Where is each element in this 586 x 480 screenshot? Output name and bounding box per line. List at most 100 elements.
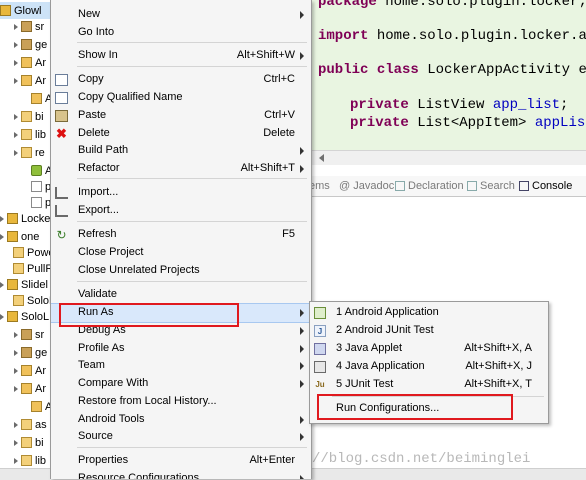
menu-item-paste[interactable]: Paste Ctrl+V <box>51 107 311 125</box>
chevron-right-icon[interactable] <box>0 281 4 288</box>
submenu-arrow-icon <box>300 11 304 19</box>
chevron-right-icon[interactable] <box>0 215 4 222</box>
chevron-right-icon[interactable] <box>14 113 18 120</box>
chevron-right-icon[interactable] <box>0 313 4 320</box>
chevron-right-icon[interactable] <box>0 233 4 240</box>
menu-item-label: Resource Configurations <box>78 472 200 479</box>
menu-item-import[interactable]: Import... <box>51 184 311 202</box>
menu-item-source[interactable]: Source <box>51 428 311 446</box>
chevron-right-icon[interactable] <box>14 59 18 66</box>
tab-search[interactable]: Search <box>467 180 515 192</box>
tree-item-label: bi <box>35 110 44 123</box>
submenu-item-junit-test[interactable]: Ju 5 JUnit Test Alt+Shift+X, T <box>310 376 548 394</box>
menu-item-validate[interactable]: Validate <box>51 286 311 304</box>
chevron-right-icon[interactable] <box>14 385 18 392</box>
chevron-right-icon[interactable] <box>14 131 18 138</box>
junit-icon: J <box>314 325 326 337</box>
scroll-left-icon[interactable] <box>319 154 324 162</box>
submenu-arrow-icon <box>300 345 304 353</box>
menu-item-android-tools[interactable]: Android Tools <box>51 411 311 429</box>
submenu-item-android-junit-test[interactable]: J 2 Android JUnit Test <box>310 322 548 340</box>
library-icon <box>31 401 42 412</box>
gen-folder-icon <box>21 39 32 50</box>
chevron-right-icon[interactable] <box>14 23 18 30</box>
android-file-icon <box>31 165 42 176</box>
chevron-right-icon[interactable] <box>14 457 18 464</box>
menu-separator <box>77 281 307 282</box>
menu-separator <box>77 447 307 448</box>
menu-item-go-into[interactable]: Go Into <box>51 24 311 42</box>
declaration-icon <box>395 181 405 191</box>
menu-item-close-unrelated-projects[interactable]: Close Unrelated Projects <box>51 262 311 280</box>
menu-item-build-path[interactable]: Build Path <box>51 142 311 160</box>
menu-item-shortcut: F5 <box>282 228 295 240</box>
menu-item-copy-qualified-name[interactable]: Copy Qualified Name <box>51 89 311 107</box>
menu-item-refresh[interactable]: ↻ Refresh F5 <box>51 226 311 244</box>
menu-item-shortcut: Ctrl+C <box>263 73 295 85</box>
chevron-right-icon[interactable] <box>14 367 18 374</box>
tree-item-label: Locke <box>21 212 51 225</box>
tree-item-label: sr <box>35 328 45 341</box>
menu-item-delete[interactable]: ✖ Delete Delete <box>51 125 311 143</box>
junit-test-icon: Ju <box>315 380 325 389</box>
submenu-arrow-icon <box>300 165 304 173</box>
folder-icon <box>21 129 32 140</box>
submenu-item-java-applet[interactable]: 3 Java Applet Alt+Shift+X, A <box>310 340 548 358</box>
java-app-icon <box>314 361 326 373</box>
menu-item-label: Copy Qualified Name <box>78 91 183 103</box>
tab-declaration[interactable]: Declaration <box>395 180 464 192</box>
menu-item-debug-as[interactable]: Debug As <box>51 322 311 340</box>
menu-item-refactor[interactable]: Refactor Alt+Shift+T <box>51 160 311 178</box>
editor-horizontal-scrollbar[interactable] <box>309 150 586 165</box>
menu-separator <box>77 42 307 43</box>
menu-item-copy[interactable]: Copy Ctrl+C <box>51 71 311 89</box>
chevron-right-icon[interactable] <box>14 331 18 338</box>
menu-item-restore-from-local-history[interactable]: Restore from Local History... <box>51 393 311 411</box>
menu-item-compare-with[interactable]: Compare With <box>51 375 311 393</box>
chevron-right-icon[interactable] <box>14 77 18 84</box>
chevron-right-icon[interactable] <box>14 41 18 48</box>
menu-item-close-project[interactable]: Close Project <box>51 244 311 262</box>
menu-item-label: Restore from Local History... <box>78 395 217 407</box>
tree-item-label: SoloL <box>21 310 50 323</box>
tree-item-label: ge <box>35 346 48 359</box>
code-editor[interactable]: package home.solo.plugin.locker; import … <box>309 0 586 150</box>
tab-console[interactable]: Console <box>519 180 572 192</box>
submenu-item-run-configurations[interactable]: Run Configurations... <box>310 400 548 418</box>
chevron-right-icon[interactable] <box>14 421 18 428</box>
submenu-item-java-application[interactable]: 4 Java Application Alt+Shift+X, J <box>310 358 548 376</box>
chevron-right-icon[interactable] <box>14 439 18 446</box>
menu-item-export[interactable]: Export... <box>51 202 311 220</box>
menu-separator <box>77 66 307 67</box>
src-folder-icon <box>21 329 32 340</box>
project-icon <box>7 213 18 224</box>
menu-item-properties[interactable]: Properties Alt+Enter <box>51 452 311 470</box>
paste-icon <box>55 110 68 122</box>
file-icon <box>31 197 42 208</box>
submenu-arrow-icon <box>300 309 304 317</box>
menu-item-label: Validate <box>78 288 117 300</box>
menu-item-label: Android Tools <box>78 413 145 425</box>
folder-icon <box>13 295 24 306</box>
menu-item-profile-as[interactable]: Profile As <box>51 340 311 358</box>
submenu-item-android-application[interactable]: 1 Android Application <box>310 304 548 322</box>
library-icon <box>31 93 42 104</box>
menu-item-label: Refresh <box>78 228 117 240</box>
menu-item-resource-configurations[interactable]: Resource Configurations <box>51 470 311 479</box>
menu-item-label: Refactor <box>78 162 120 174</box>
tab-problems[interactable]: ems <box>309 180 330 192</box>
tab-javadoc[interactable]: @ Javadoc <box>339 180 394 192</box>
menu-item-show-in[interactable]: Show In Alt+Shift+W <box>51 47 311 65</box>
menu-item-team[interactable]: Team <box>51 357 311 375</box>
console-icon <box>519 181 529 191</box>
src-folder-icon <box>21 21 32 32</box>
chevron-right-icon[interactable] <box>14 149 18 156</box>
folder-icon <box>13 263 24 274</box>
submenu-arrow-icon <box>300 416 304 424</box>
folder-icon <box>21 147 32 158</box>
menu-item-run-as[interactable]: Run As <box>51 303 311 323</box>
tree-item-label: Glowl <box>14 4 42 17</box>
menu-item-new[interactable]: New <box>51 6 311 24</box>
chevron-right-icon[interactable] <box>14 349 18 356</box>
menu-item-label: Import... <box>78 186 119 198</box>
